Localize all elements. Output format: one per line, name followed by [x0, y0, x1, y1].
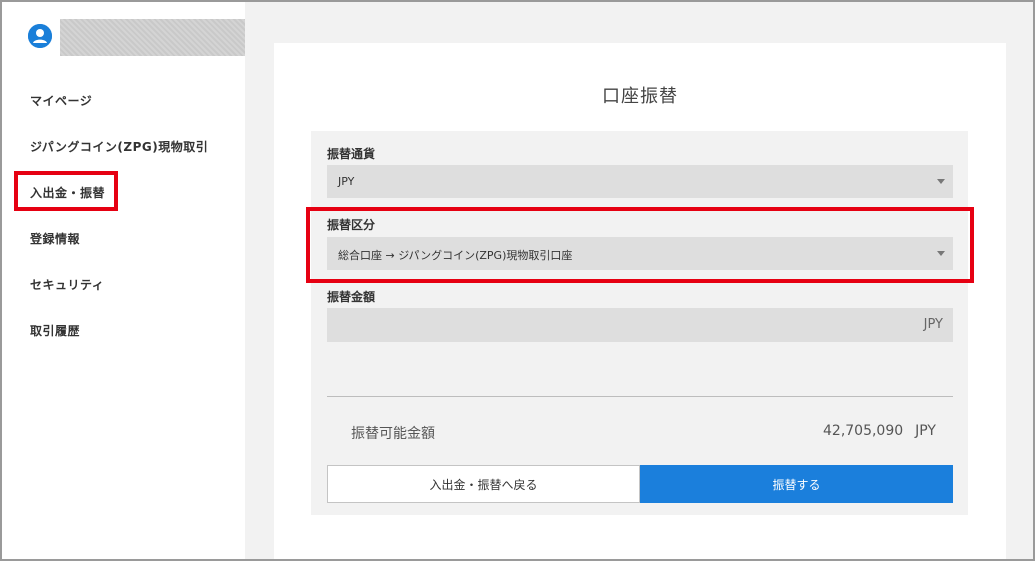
amount-label: 振替金額 [327, 290, 376, 304]
sidebar-item-history[interactable]: 取引履歴 [30, 318, 208, 364]
sidebar-item-label: セキュリティ [30, 278, 105, 292]
sidebar-item-label: ジパングコイン(ZPG)現物取引 [30, 140, 209, 154]
sidebar-nav: マイページ ジパングコイン(ZPG)現物取引 入出金・振替 登録情報 セキュリテ… [30, 88, 208, 364]
sidebar-item-registration[interactable]: 登録情報 [30, 226, 208, 272]
amount-input[interactable]: JPY [327, 308, 953, 342]
available-amount-currency: JPY [915, 423, 936, 439]
sidebar-item-label: マイページ [30, 94, 93, 108]
page-title: 口座振替 [602, 86, 678, 107]
username-redacted [60, 19, 245, 56]
transfer-button[interactable]: 振替する [640, 465, 953, 503]
nav-highlight-annotation [14, 171, 118, 211]
category-highlight-annotation [306, 207, 974, 283]
sidebar-item-label: 登録情報 [30, 232, 81, 246]
sidebar-item-label: 取引履歴 [30, 324, 81, 338]
chevron-down-icon [937, 179, 945, 184]
currency-select[interactable]: JPY [327, 165, 953, 198]
divider [327, 396, 953, 397]
currency-select-value: JPY [338, 175, 355, 188]
back-button[interactable]: 入出金・振替へ戻る [327, 465, 640, 503]
sidebar-item-mypage[interactable]: マイページ [30, 88, 208, 134]
amount-unit: JPY [923, 317, 943, 332]
available-amount-label: 振替可能金額 [351, 426, 435, 442]
available-amount: 42,705,090 JPY [823, 423, 936, 439]
currency-label: 振替通貨 [327, 147, 376, 161]
user-avatar-icon[interactable] [28, 24, 52, 48]
available-amount-value: 42,705,090 [823, 423, 904, 439]
sidebar-item-security[interactable]: セキュリティ [30, 272, 208, 318]
sidebar: マイページ ジパングコイン(ZPG)現物取引 入出金・振替 登録情報 セキュリテ… [2, 2, 245, 559]
